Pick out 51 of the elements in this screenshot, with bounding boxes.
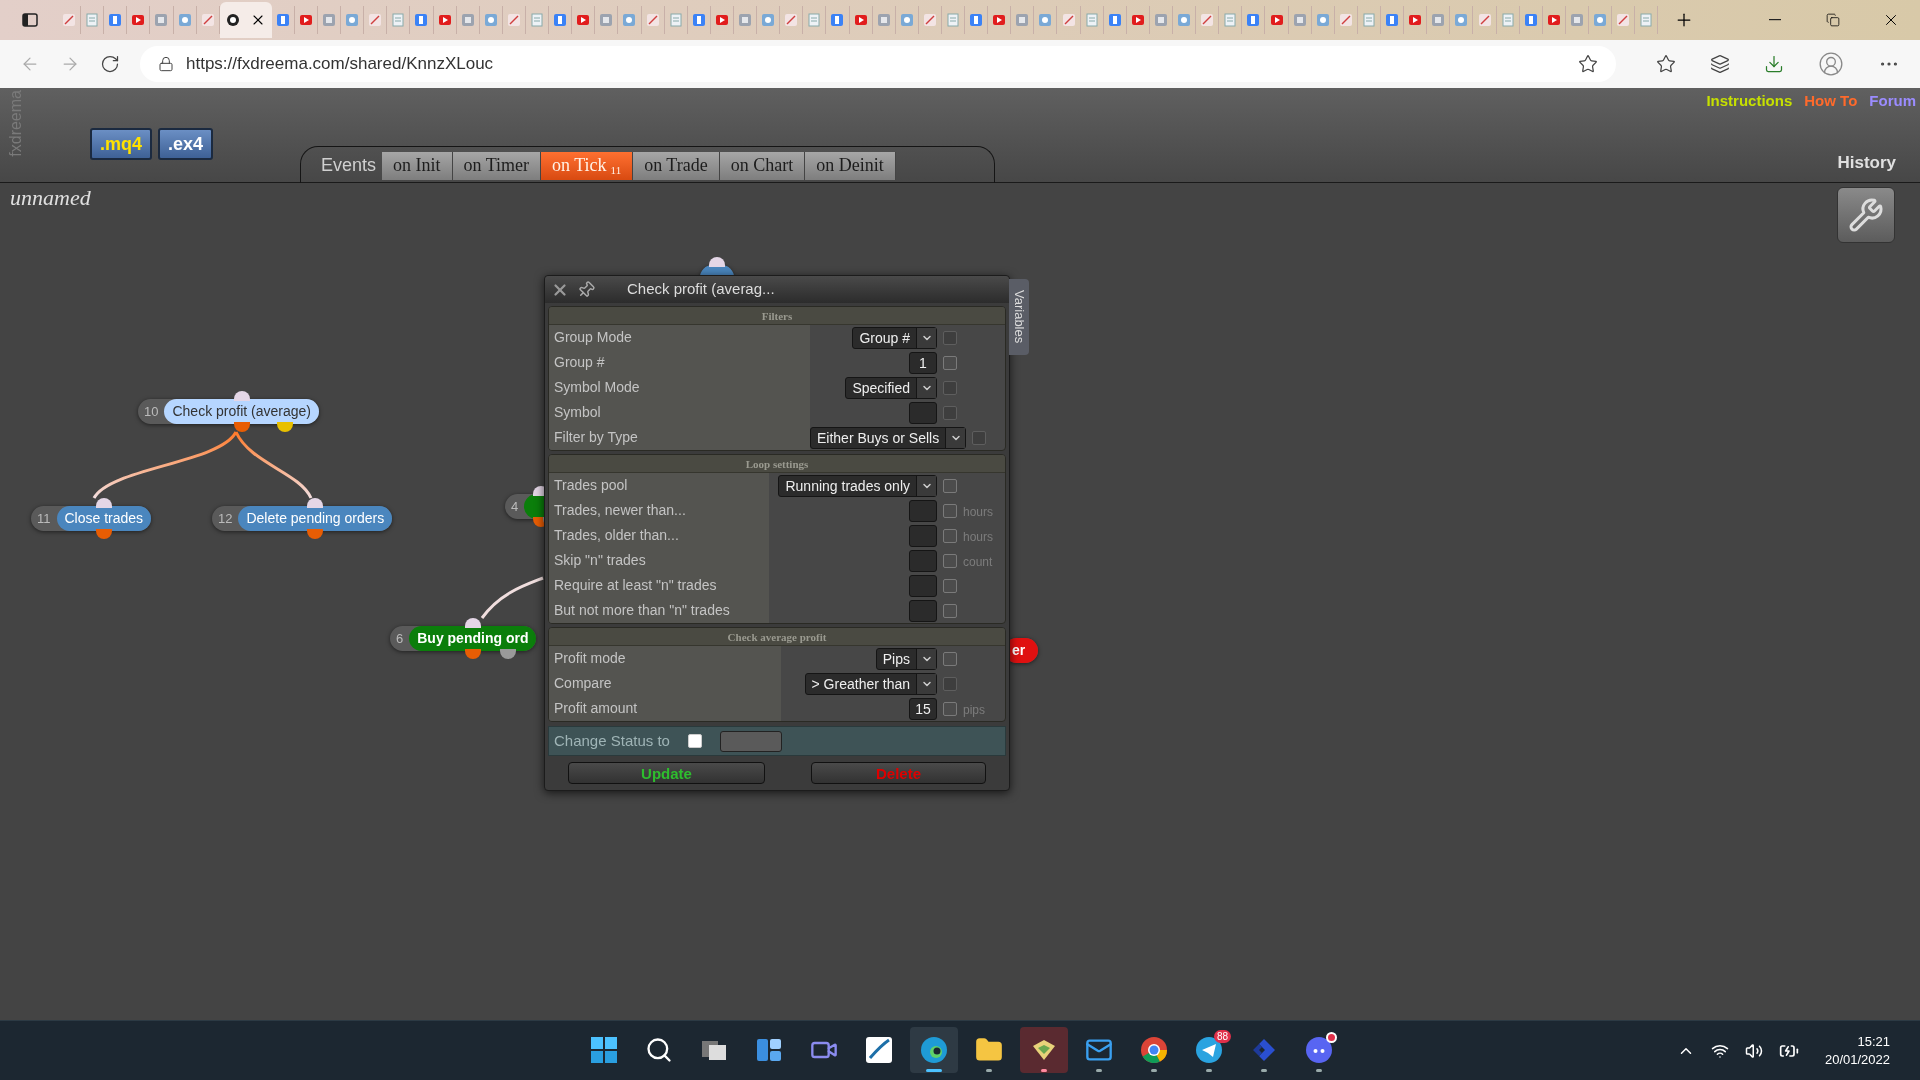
input-field[interactable]: 15 xyxy=(909,697,937,720)
field-label: Profit amount xyxy=(554,699,638,718)
select-field[interactable]: Group # xyxy=(852,326,937,349)
section-title: Filters xyxy=(761,309,793,324)
event-tab[interactable]: on Deinit xyxy=(805,151,896,180)
select-field[interactable]: Pips xyxy=(875,647,937,670)
field-label: Group Mode xyxy=(554,328,632,347)
node-number: 10 xyxy=(143,402,160,421)
field-label: Trades, older than... xyxy=(554,526,679,545)
select-field[interactable]: Running trades only xyxy=(778,474,937,497)
select-field[interactable]: Either Buys or Sells xyxy=(810,426,967,449)
node-number: 4 xyxy=(510,497,520,516)
url-text: https://fxdreema.com/shared/KnnzXLouc xyxy=(186,53,494,76)
input-field[interactable]: 1 xyxy=(909,351,937,374)
node-number: 12 xyxy=(217,509,234,528)
dialog-title: Check profit (averag... xyxy=(627,279,775,300)
event-tab[interactable]: on Tick $_{11}$ xyxy=(541,151,634,180)
node-number: 11 xyxy=(36,509,52,528)
field-label: Skip "n" trades xyxy=(554,551,646,570)
field-label: Require at least "n" trades xyxy=(554,576,717,595)
field-label: Symbol Mode xyxy=(554,378,640,397)
select-field[interactable]: > Greather than xyxy=(804,672,937,695)
select-field[interactable]: Specified xyxy=(845,376,937,399)
event-tab[interactable]: on Timer xyxy=(452,151,542,180)
event-tab[interactable]: on Chart xyxy=(719,151,806,180)
address-field[interactable]: https://fxdreema.com/shared/KnnzXLouc xyxy=(140,46,1616,82)
variables-tab[interactable]: Variables xyxy=(1009,279,1029,355)
taskbar-app[interactable]: 88 xyxy=(1185,1027,1233,1073)
project-name: unnamed xyxy=(10,184,91,212)
events-label: Events xyxy=(321,154,377,177)
field-label: Compare xyxy=(554,674,612,693)
export-button[interactable]: .ex4 xyxy=(158,128,214,160)
section-title: Loop settings xyxy=(745,457,809,472)
history-label[interactable]: History xyxy=(1837,150,1896,176)
status-label: Change Status to xyxy=(554,730,670,751)
event-tab[interactable]: on Init xyxy=(382,151,453,180)
clock-time: 15:21 xyxy=(1857,1032,1890,1051)
notification-badge: 88 xyxy=(1213,1030,1231,1043)
event-tab[interactable]: on Trade xyxy=(633,151,720,180)
update-button[interactable]: Update xyxy=(568,762,765,784)
export-button[interactable]: .mq4 xyxy=(90,128,152,160)
header-link[interactable]: Instructions xyxy=(1706,90,1793,113)
field-label: Profit mode xyxy=(554,649,626,668)
field-label: But not more than "n" trades xyxy=(554,601,730,620)
field-label: Group # xyxy=(554,353,605,372)
node-number: 6 xyxy=(395,629,405,648)
clock-date: 20/01/2022 xyxy=(1824,1050,1890,1069)
field-label: Trades pool xyxy=(554,476,628,495)
field-label: Symbol xyxy=(554,403,601,422)
section-title: Check average profit xyxy=(727,630,827,645)
field-label: Filter by Type xyxy=(554,428,638,447)
